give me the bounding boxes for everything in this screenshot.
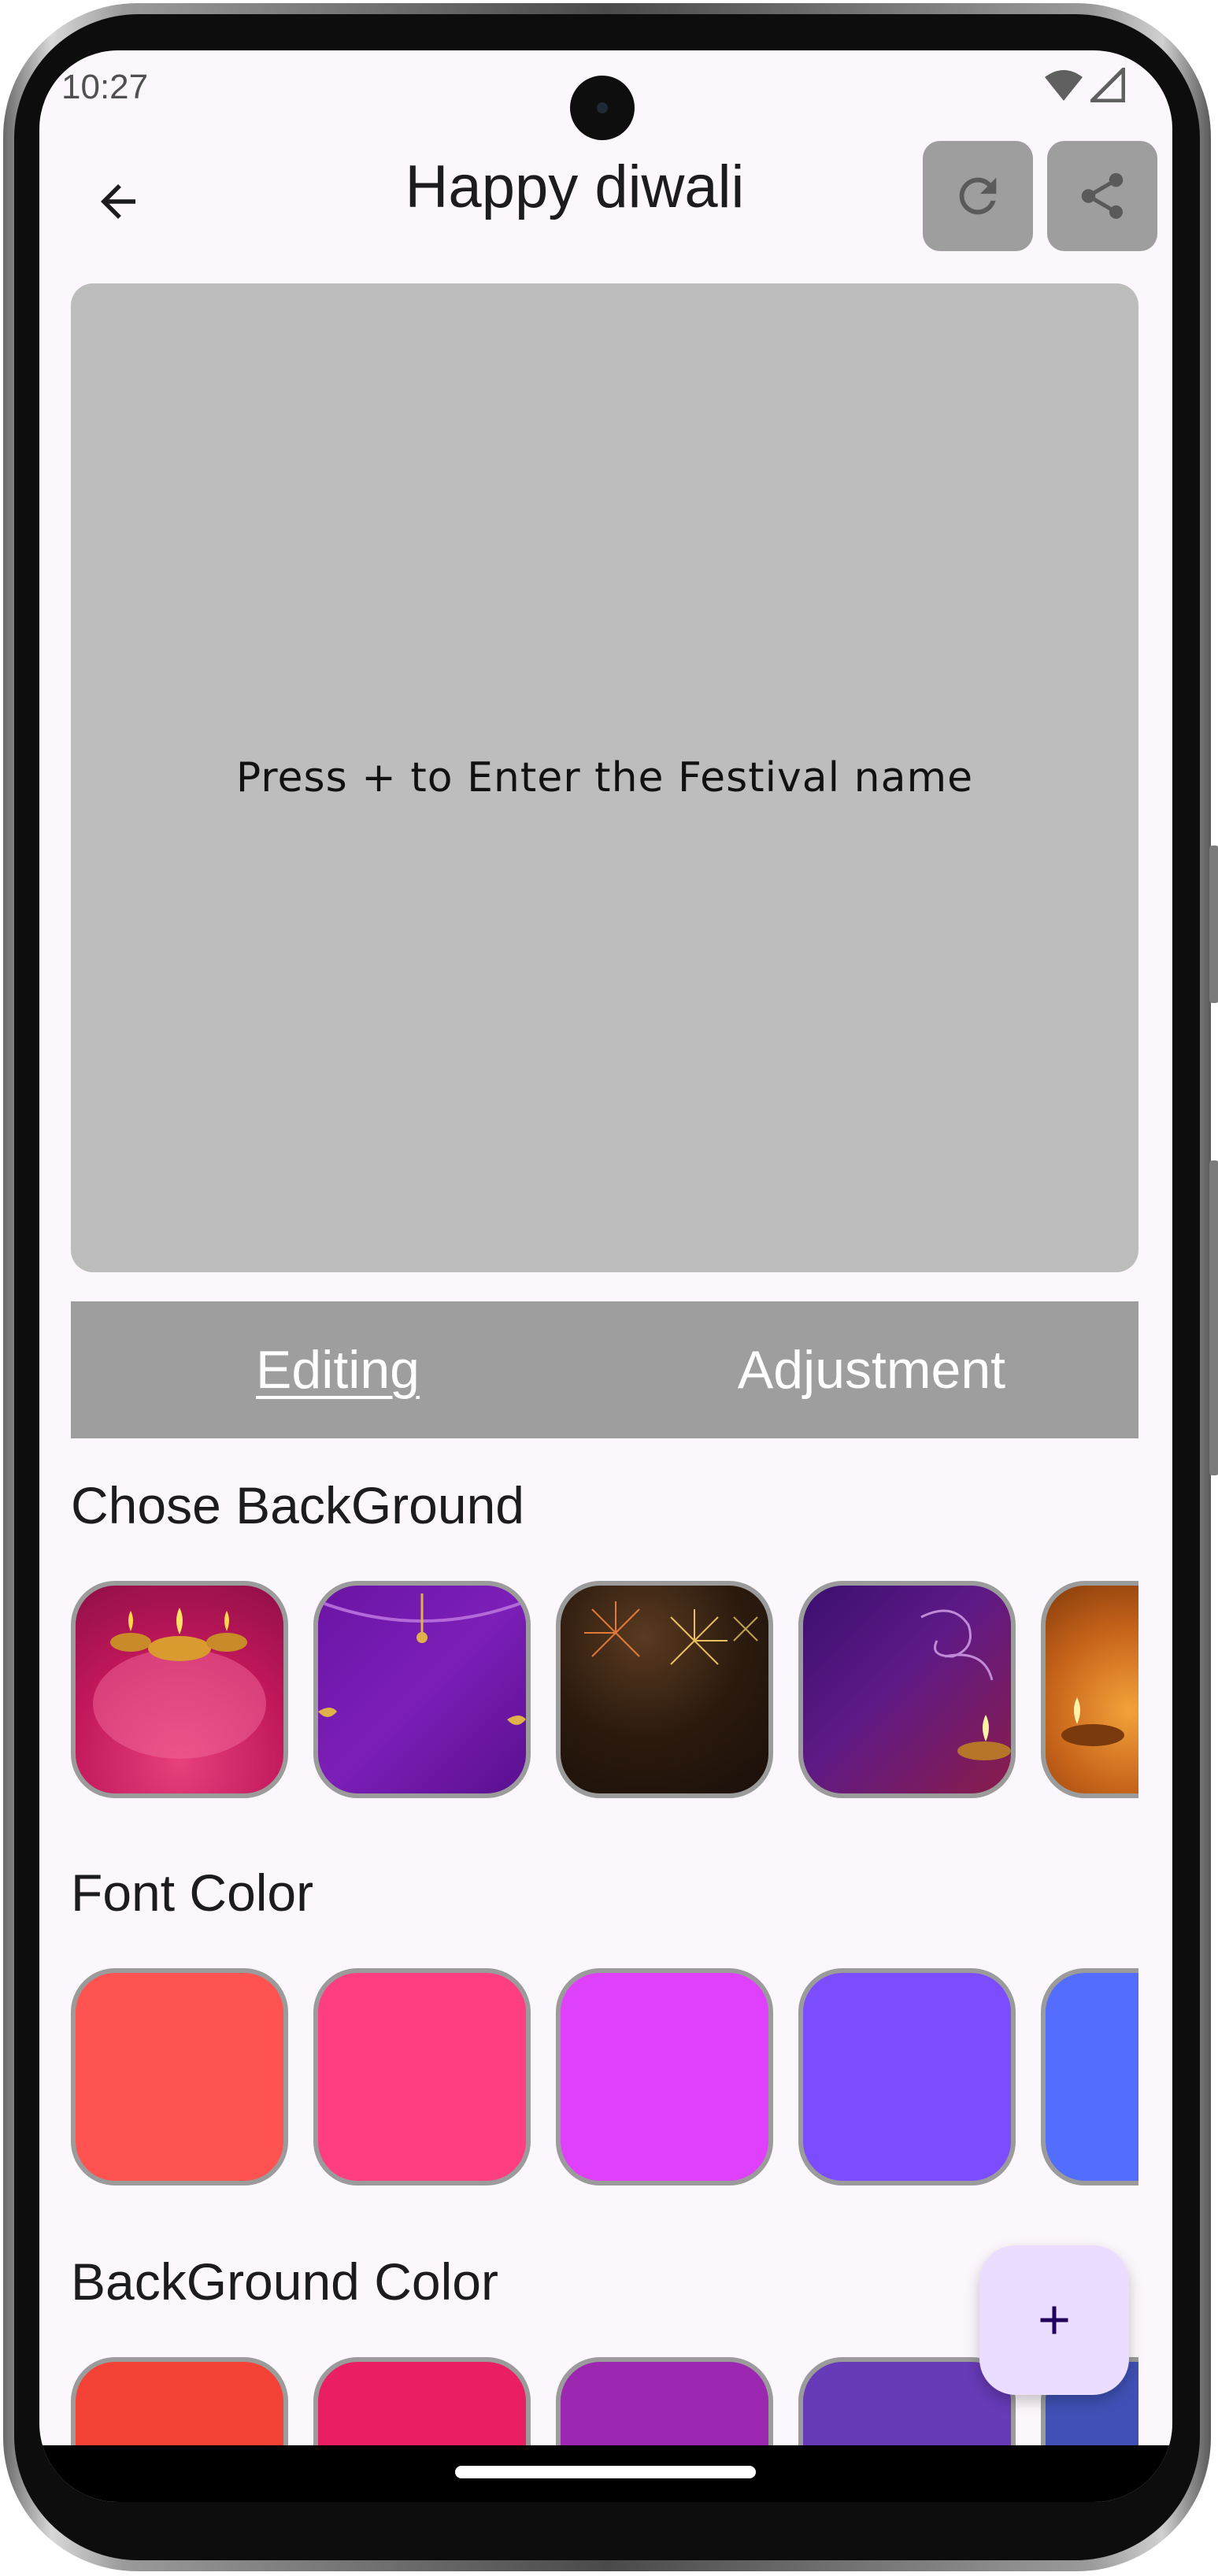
status-time: 10:27 <box>61 68 149 106</box>
greeting-preview: Press + to Enter the Festival name <box>71 283 1138 1272</box>
purple-lantern-image <box>318 1593 526 1725</box>
font-color-swatch[interactable] <box>798 1968 1016 2186</box>
screen: 10:27 Happy diwali Press + to Enter the … <box>39 50 1172 2502</box>
refresh-icon <box>959 177 997 215</box>
diya-lamps-image <box>93 1608 266 1759</box>
arrow-left-icon <box>101 184 135 219</box>
refresh-button[interactable] <box>923 141 1033 251</box>
font-color-row <box>71 1968 1138 2193</box>
share-button[interactable] <box>1047 141 1157 251</box>
signal-icon <box>1090 68 1125 102</box>
background-section-title: Chose BackGround <box>71 1476 524 1534</box>
background-color-section-title: BackGround Color <box>71 2252 498 2311</box>
home-gesture-handle[interactable] <box>455 2466 756 2478</box>
share-icon <box>1081 172 1124 219</box>
status-icons <box>1043 68 1125 102</box>
tab-bar: Editing Adjustment <box>71 1301 1138 1438</box>
background-thumbnail[interactable] <box>313 1581 531 1798</box>
background-thumbnail[interactable] <box>798 1581 1016 1798</box>
volume-button <box>1209 846 1218 1003</box>
font-color-swatch[interactable] <box>313 1968 531 2186</box>
add-festival-button[interactable] <box>979 2245 1129 2395</box>
plus-icon <box>1040 2306 1068 2334</box>
background-thumbnail[interactable] <box>556 1581 773 1798</box>
orange-diya-image <box>1061 1697 1124 1746</box>
font-color-section-title: Font Color <box>71 1864 314 1922</box>
background-thumbnail[interactable] <box>71 1581 288 1798</box>
fireworks-image <box>584 1601 758 1665</box>
front-camera <box>570 76 635 140</box>
background-thumbnail[interactable] <box>1041 1581 1138 1798</box>
power-button <box>1209 1160 1218 1475</box>
tab-adjustment[interactable]: Adjustment <box>605 1301 1138 1438</box>
background-color-swatch[interactable] <box>556 2357 773 2445</box>
font-color-swatch[interactable] <box>71 1968 288 2186</box>
swirl-diya-image <box>920 1609 1011 1760</box>
background-color-row <box>71 2357 1138 2445</box>
font-color-swatch[interactable] <box>556 1968 773 2186</box>
background-color-swatch[interactable] <box>71 2357 288 2445</box>
wifi-icon <box>1045 70 1083 101</box>
background-color-swatch[interactable] <box>313 2357 531 2445</box>
back-button[interactable] <box>79 162 157 241</box>
preview-placeholder: Press + to Enter the Festival name <box>235 754 974 801</box>
page-title: Happy diwali <box>405 154 745 220</box>
font-color-swatch[interactable] <box>1041 1968 1138 2186</box>
background-thumbnail-row <box>71 1581 1138 1806</box>
tab-editing[interactable]: Editing <box>71 1301 605 1438</box>
